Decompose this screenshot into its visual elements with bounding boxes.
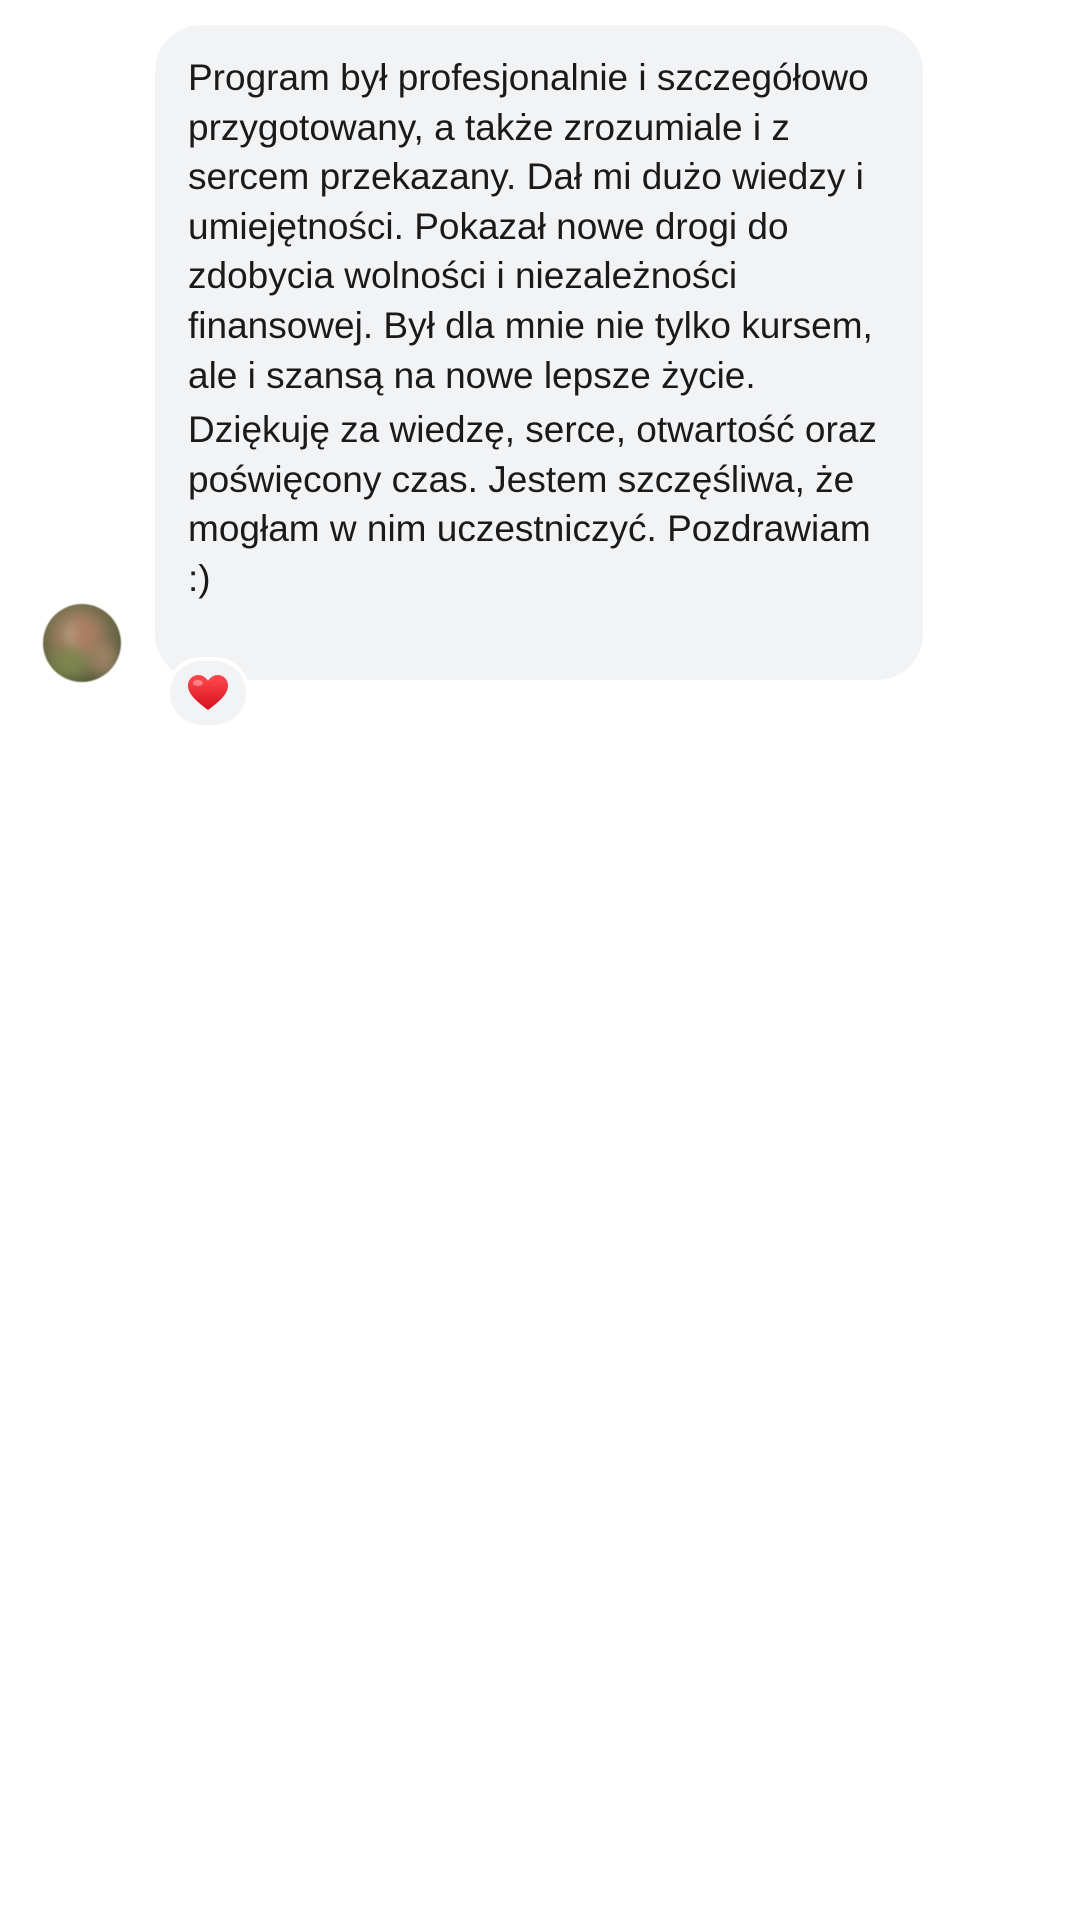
message-paragraph: Program był profesjonalnie i szczegółowo…: [188, 57, 873, 396]
conversation-thread: Program był profesjonalnie i szczegółowo…: [0, 0, 1080, 1920]
message-paragraph: Dziękuję za wiedzę, serce, otwartość ora…: [188, 409, 877, 599]
sender-avatar[interactable]: [43, 604, 121, 682]
heart-icon: [187, 674, 229, 712]
message-reaction[interactable]: [166, 657, 250, 729]
message-bubble[interactable]: Program był profesjonalnie i szczegółowo…: [155, 25, 923, 680]
